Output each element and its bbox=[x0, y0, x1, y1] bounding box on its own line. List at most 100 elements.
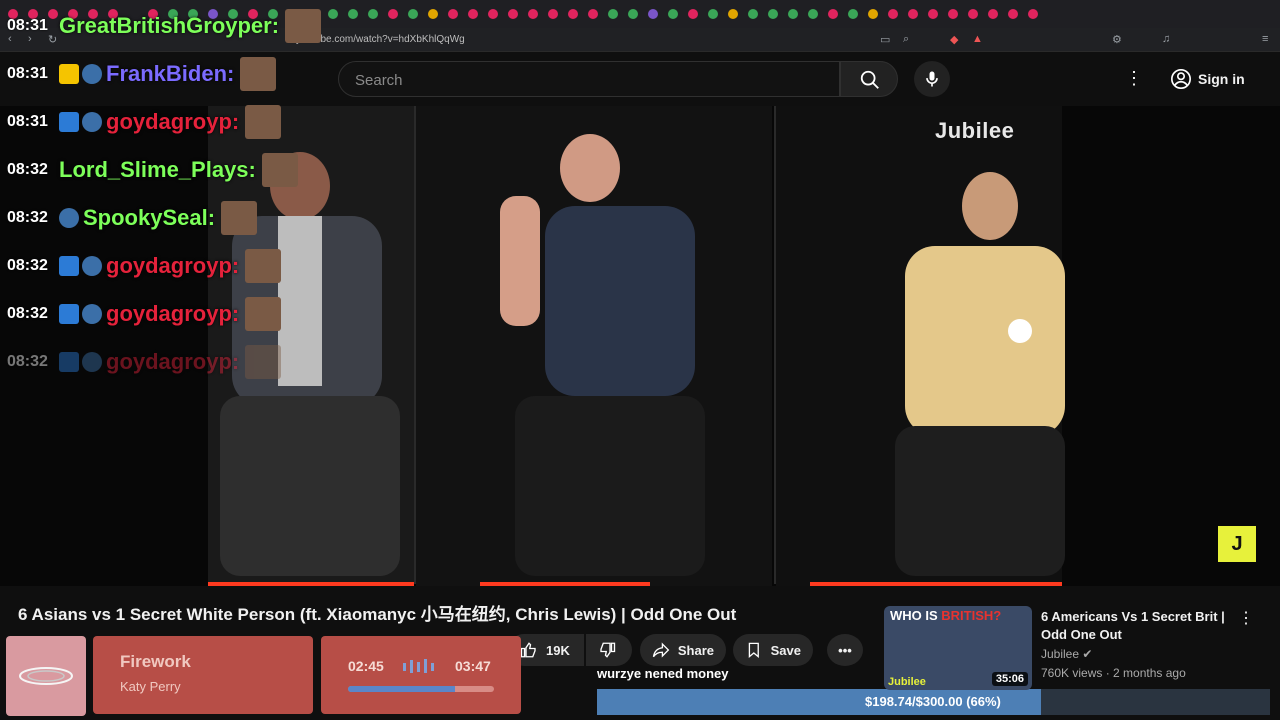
browser-tab[interactable] bbox=[988, 9, 998, 19]
browser-tab[interactable] bbox=[668, 9, 678, 19]
video-duration: 35:06 bbox=[991, 672, 1028, 686]
browser-tab[interactable] bbox=[828, 9, 838, 19]
music-icon[interactable]: ♫ bbox=[1162, 33, 1170, 45]
bookmark-icon bbox=[748, 642, 759, 659]
subscriber-badge-icon bbox=[82, 304, 102, 324]
browser-tab[interactable] bbox=[428, 9, 438, 19]
browser-tab[interactable] bbox=[748, 9, 758, 19]
browser-tab[interactable] bbox=[508, 9, 518, 19]
browser-tab[interactable] bbox=[448, 9, 458, 19]
brave-shield-icon[interactable]: ◆ bbox=[950, 33, 958, 46]
subscriber-badge-icon bbox=[82, 352, 102, 372]
chat-message: 08:32 goydagroyp: bbox=[0, 246, 282, 286]
browser-tab[interactable] bbox=[768, 9, 778, 19]
browser-tab[interactable] bbox=[928, 9, 938, 19]
thumbnail-caption-b: BRITISH? bbox=[941, 608, 1002, 623]
share-icon bbox=[652, 642, 670, 658]
thumbs-down-icon bbox=[600, 642, 616, 658]
menu-icon[interactable]: ≡ bbox=[1262, 33, 1268, 45]
extensions-icon[interactable]: ⚙ bbox=[1112, 33, 1122, 46]
chat-timestamp: 08:32 bbox=[7, 257, 48, 274]
browser-tab[interactable] bbox=[908, 9, 918, 19]
recommended-title[interactable]: 6 Americans Vs 1 Secret Brit | Odd One O… bbox=[1041, 608, 1231, 644]
dislike-button[interactable] bbox=[586, 634, 632, 666]
browser-tab[interactable] bbox=[588, 9, 598, 19]
song-artist: Katy Perry bbox=[120, 679, 181, 694]
recommended-menu-button[interactable]: ⋮ bbox=[1238, 608, 1254, 628]
cast-icon[interactable]: ▭ bbox=[880, 33, 890, 46]
hammer-badge-icon bbox=[59, 112, 79, 132]
browser-tab[interactable] bbox=[388, 9, 398, 19]
chat-timestamp: 08:32 bbox=[7, 305, 48, 322]
browser-tab[interactable] bbox=[708, 9, 718, 19]
chat-emote-image bbox=[245, 345, 282, 379]
browser-tab[interactable] bbox=[888, 9, 898, 19]
voice-search-button[interactable] bbox=[914, 61, 950, 97]
chat-message: 08:31 GreatBritishGroyper: bbox=[0, 6, 322, 46]
more-horizontal-icon: ••• bbox=[838, 642, 852, 658]
thumbnail-brand: Jubilee bbox=[888, 676, 926, 688]
recommended-thumbnail[interactable]: WHO IS BRITISH? Jubilee 35:06 bbox=[884, 606, 1032, 690]
song-title: Firework bbox=[120, 652, 191, 671]
browser-tab[interactable] bbox=[728, 9, 738, 19]
browser-tab[interactable] bbox=[808, 9, 818, 19]
chat-username: GreatBritishGroyper: bbox=[59, 13, 280, 38]
album-art bbox=[6, 636, 86, 716]
browser-tab[interactable] bbox=[848, 9, 858, 19]
thumbnail-caption-a: WHO IS bbox=[890, 608, 942, 623]
search-button[interactable] bbox=[840, 61, 898, 97]
chat-message: 08:32 goydagroyp: bbox=[0, 342, 282, 382]
sign-in-button[interactable]: Sign in bbox=[1162, 62, 1256, 96]
url-text[interactable]: youtube.com/watch?v=hdXbKhlQqWg bbox=[296, 34, 465, 45]
subscriber-badge-icon bbox=[82, 112, 102, 132]
browser-tab[interactable] bbox=[368, 9, 378, 19]
browser-tab[interactable] bbox=[868, 9, 878, 19]
chat-emote-image bbox=[245, 105, 282, 139]
channel-branding-badge[interactable]: J bbox=[1218, 526, 1256, 562]
hammer-badge-icon bbox=[59, 352, 79, 372]
browser-tab[interactable] bbox=[608, 9, 618, 19]
chat-username: FrankBiden: bbox=[106, 61, 235, 86]
chat-timestamp: 08:32 bbox=[7, 209, 48, 226]
search-input[interactable]: Search bbox=[338, 61, 840, 97]
chat-emote-image bbox=[245, 249, 282, 283]
now-playing-card: Firework Katy Perry bbox=[93, 636, 313, 714]
browser-tab[interactable] bbox=[648, 9, 658, 19]
save-button[interactable]: Save bbox=[733, 634, 813, 666]
browser-tab[interactable] bbox=[468, 9, 478, 19]
save-label: Save bbox=[770, 642, 801, 658]
recommended-channel[interactable]: Jubilee ✔ bbox=[1041, 647, 1092, 661]
brave-rewards-icon[interactable]: ▲ bbox=[972, 33, 983, 45]
browser-tab[interactable] bbox=[548, 9, 558, 19]
settings-menu-button[interactable]: ⋮ bbox=[1124, 66, 1144, 90]
browser-tab[interactable] bbox=[1028, 9, 1038, 19]
song-progress-bar[interactable] bbox=[348, 686, 494, 692]
browser-tab[interactable] bbox=[968, 9, 978, 19]
browser-tab[interactable] bbox=[1008, 9, 1018, 19]
jubilee-watermark: Jubilee bbox=[935, 118, 1015, 143]
browser-tab[interactable] bbox=[568, 9, 578, 19]
chat-timestamp: 08:32 bbox=[7, 161, 48, 178]
chat-message: 08:31 FrankBiden: bbox=[0, 54, 277, 94]
share-button[interactable]: Share bbox=[640, 634, 726, 666]
like-count: 19K bbox=[546, 642, 570, 658]
search-icon bbox=[860, 70, 879, 89]
browser-tab[interactable] bbox=[348, 9, 358, 19]
browser-tab[interactable] bbox=[328, 9, 338, 19]
browser-tab[interactable] bbox=[688, 9, 698, 19]
zoom-icon[interactable]: ⌕ bbox=[903, 33, 909, 46]
browser-tab[interactable] bbox=[408, 9, 418, 19]
more-actions-button[interactable]: ••• bbox=[827, 634, 863, 666]
chat-username: Lord_Slime_Plays: bbox=[59, 157, 256, 182]
recommended-meta: 760K views · 2 months ago bbox=[1041, 666, 1186, 680]
browser-tab[interactable] bbox=[628, 9, 638, 19]
chat-username: goydagroyp: bbox=[106, 301, 240, 326]
chat-message: 08:31 goydagroyp: bbox=[0, 102, 282, 142]
browser-tab[interactable] bbox=[788, 9, 798, 19]
browser-tab[interactable] bbox=[488, 9, 498, 19]
chat-username: SpookySeal: bbox=[83, 205, 216, 230]
donation-message: wurzye nened money bbox=[597, 666, 729, 681]
browser-tab[interactable] bbox=[528, 9, 538, 19]
browser-tab[interactable] bbox=[948, 9, 958, 19]
chat-message: 08:32 Lord_Slime_Plays: bbox=[0, 150, 298, 190]
